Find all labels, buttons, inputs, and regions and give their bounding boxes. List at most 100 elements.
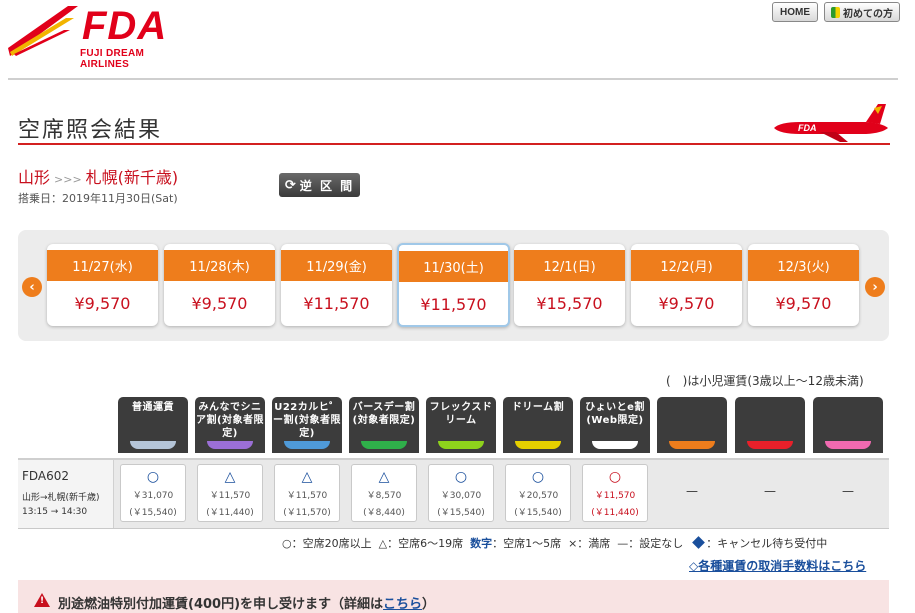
airplane-icon: FDA <box>774 104 888 142</box>
title-divider <box>18 143 890 145</box>
fare-select-cell[interactable]: △ ￥11,570 (￥11,440) <box>197 464 263 522</box>
date-label: 11/28(木) <box>164 250 275 281</box>
date-card[interactable]: 12/1(日) ¥15,570 <box>514 244 625 326</box>
fare-type-label: U22カルヒ゜ー割(対象者限定) <box>272 402 342 439</box>
date-label: 11/30(土) <box>399 251 508 282</box>
header-divider <box>8 78 898 80</box>
fare-color-stripe <box>825 441 871 449</box>
fare-color-stripe <box>207 441 253 449</box>
page-title: 空席照会結果 <box>18 118 163 143</box>
availability-mark: △ <box>301 469 313 485</box>
date-label: 12/3(火) <box>748 250 859 281</box>
fare-type-label: ドリーム割 <box>511 402 565 413</box>
prev-week-button[interactable]: ‹ <box>22 277 42 297</box>
reverse-route-button[interactable]: ⟳ 逆 区 間 <box>279 173 360 197</box>
fare-not-available: — <box>686 484 698 498</box>
home-button[interactable]: HOME <box>772 2 818 22</box>
details-link[interactable]: こちら <box>383 597 422 612</box>
child-fare-price: (￥11,570) <box>283 508 331 518</box>
date-card-selected[interactable]: 11/30(土) ¥11,570 <box>397 243 510 327</box>
beginner-leaf-icon <box>831 6 840 18</box>
child-fare-price: (￥11,440) <box>206 508 254 518</box>
warning-close-paren: ） <box>422 597 436 612</box>
fare-price: ￥8,570 <box>366 491 402 501</box>
flight-route: 山形→札幌(新千歳) <box>22 493 100 503</box>
next-week-button[interactable]: › <box>865 277 885 297</box>
child-fare-price: (￥8,440) <box>363 508 405 518</box>
chevron-right-icon: › <box>872 279 878 295</box>
date-price: ¥11,570 <box>303 294 370 313</box>
availability-mark: ○ <box>454 469 468 485</box>
child-fare-price: (￥15,540) <box>129 508 177 518</box>
svg-text:FDA: FDA <box>798 123 817 133</box>
fare-type-tab: フレックスドリーム <box>426 397 496 453</box>
logo-wing-icon <box>8 6 78 56</box>
fare-select-cell[interactable]: ○ ￥20,570 (￥15,540) <box>505 464 571 522</box>
fare-select-cell[interactable]: △ ￥8,570 (￥8,440) <box>351 464 417 522</box>
availability-legend: ○：空席20席以上 △：空席6〜19席 数字：空席1〜5席 ×：満席 —：設定な… <box>282 535 827 551</box>
fare-select-cell[interactable]: ○ ￥11,570 (￥11,440) <box>582 464 648 522</box>
fare-type-tab <box>813 397 883 453</box>
fare-color-stripe <box>515 441 561 449</box>
flight-time: 13:15 → 14:30 <box>22 507 88 517</box>
fare-price: ￥11,570 <box>286 491 328 501</box>
cancellation-fee-link[interactable]: ◇各種運賃の取消手数料はこちら <box>689 557 866 574</box>
date-card[interactable]: 11/27(水) ¥9,570 <box>47 244 158 326</box>
fare-price: ￥11,570 <box>209 491 251 501</box>
fare-color-stripe <box>130 441 176 449</box>
fare-color-stripe <box>438 441 484 449</box>
fare-type-tab <box>657 397 727 453</box>
fare-type-tab: U22カルヒ゜ー割(対象者限定) <box>272 397 342 453</box>
legend-triangle: △：空席6〜19席 <box>378 537 464 550</box>
fare-price: ￥20,570 <box>517 491 559 501</box>
date-label: 11/29(金) <box>281 250 392 281</box>
child-fare-price: (￥15,540) <box>437 508 485 518</box>
reverse-route-label: 逆 区 間 <box>299 178 355 193</box>
date-label: 12/1(日) <box>514 250 625 281</box>
child-fare-price: (￥15,540) <box>514 508 562 518</box>
table-row-border <box>18 528 889 529</box>
date-label: 11/27(水) <box>47 250 158 281</box>
legend-dash: —：設定なし <box>617 537 684 550</box>
date-card[interactable]: 12/2(月) ¥9,570 <box>631 244 742 326</box>
fare-select-cell[interactable]: ○ ￥30,070 (￥15,540) <box>428 464 494 522</box>
fare-select-cell[interactable]: ○ ￥31,070 (￥15,540) <box>120 464 186 522</box>
fare-type-label: 普通運賃 <box>132 402 174 413</box>
fare-price: ￥11,570 <box>594 491 636 501</box>
fare-type-tab: バースデー割(対象者限定) <box>349 397 419 453</box>
fare-type-label: ひょいとe割(Web限定) <box>585 402 645 426</box>
legend-cross: ×：満席 <box>568 537 611 550</box>
warning-text: 別途燃油特別付加運賃(400円)を申し受けます（詳細は <box>58 597 384 612</box>
fare-color-stripe <box>284 441 330 449</box>
date-label: 12/2(月) <box>631 250 742 281</box>
fare-type-label: みんなでシニア割(対象者限定) <box>195 402 265 439</box>
logo-subtitle: FUJI DREAM AIRLINES <box>80 48 145 70</box>
first-time-label: 初めての方 <box>843 8 893 20</box>
availability-mark: ○ <box>531 469 545 485</box>
date-card[interactable]: 11/29(金) ¥11,570 <box>281 244 392 326</box>
legend-number-text: ：空席1〜5席 <box>492 537 562 550</box>
destination-city: 札幌(新千歳) <box>85 168 179 187</box>
fare-type-tab: ドリーム割 <box>503 397 573 453</box>
fare-not-available: — <box>764 484 776 498</box>
date-card[interactable]: 11/28(木) ¥9,570 <box>164 244 275 326</box>
fare-price: ￥30,070 <box>440 491 482 501</box>
date-price: ¥11,570 <box>420 295 487 314</box>
legend-diamond-text: ：キャンセル待ち受付中 <box>706 537 828 550</box>
fda-logo[interactable]: FDA FUJI DREAM AIRLINES <box>8 4 188 70</box>
boarding-date: 搭乗日：2019年11月30日(Sat) <box>18 192 178 205</box>
date-price: ¥9,570 <box>191 294 248 313</box>
fare-color-stripe <box>592 441 638 449</box>
fare-select-cell[interactable]: △ ￥11,570 (￥11,570) <box>274 464 340 522</box>
date-price: ¥9,570 <box>74 294 131 313</box>
route-heading: 山形 >>> 札幌(新千歳) <box>18 164 178 188</box>
fare-color-stripe <box>669 441 715 449</box>
availability-mark: △ <box>224 469 236 485</box>
fare-type-label: バースデー割(対象者限定) <box>352 402 416 426</box>
fare-type-label: フレックスドリーム <box>429 402 493 426</box>
date-price: ¥15,570 <box>536 294 603 313</box>
origin-city: 山形 <box>18 168 51 187</box>
first-time-button[interactable]: 初めての方 <box>824 2 900 22</box>
fare-color-stripe <box>747 441 793 449</box>
date-card[interactable]: 12/3(火) ¥9,570 <box>748 244 859 326</box>
